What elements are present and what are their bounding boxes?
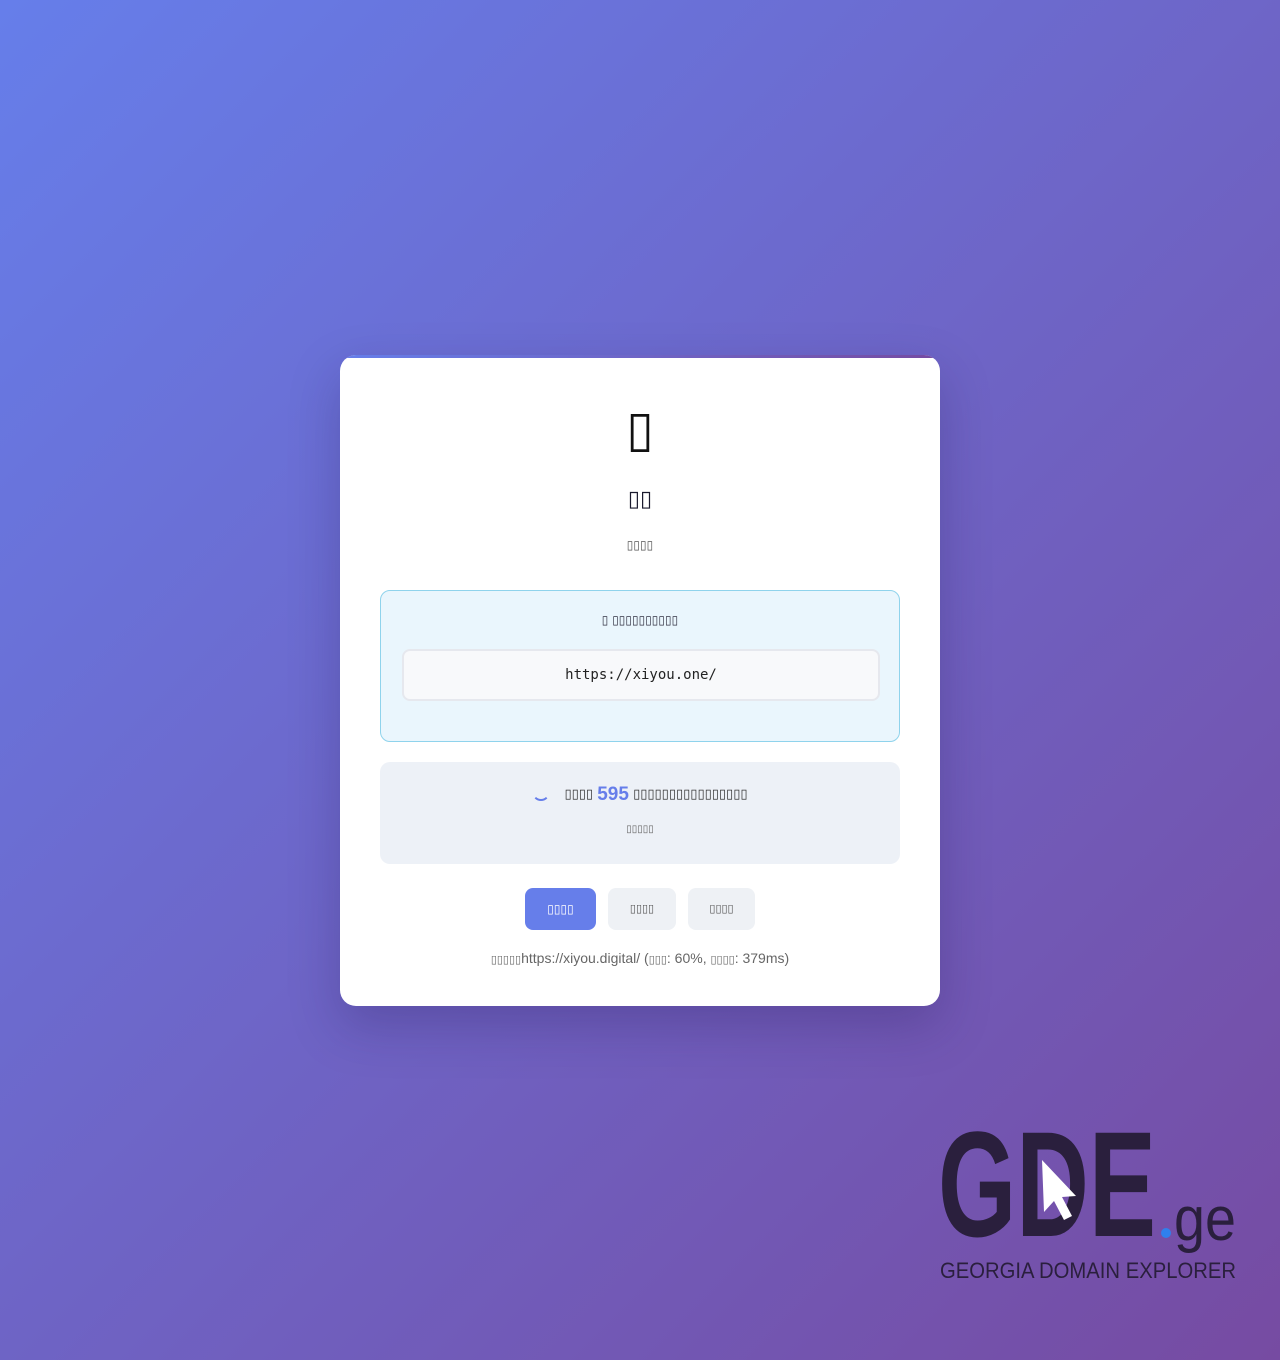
- target-url-panel: ▯ ▯▯▯▯▯▯▯▯▯▯ https://xiyou.one/: [380, 590, 900, 742]
- tertiary-button[interactable]: ▯▯▯▯: [688, 888, 755, 930]
- go-now-button[interactable]: ▯▯▯▯: [525, 888, 596, 930]
- loading-spinner-icon: [532, 783, 551, 801]
- logo-dot-icon: [1161, 1228, 1171, 1238]
- countdown-suffix: ▯▯▯▯▯▯▯▯▯▯▯▯▯▯▯▯: [633, 787, 748, 802]
- metric-2-label: ▯▯▯▯: [710, 953, 735, 966]
- page-title: ▯▯: [627, 487, 653, 512]
- gde-logo: GDE ge GEORGIA DOMAIN EXPLORER: [938, 1112, 1236, 1283]
- page-subtitle: ▯▯▯▯: [626, 538, 654, 552]
- logo-tld: ge: [1174, 1185, 1236, 1254]
- logo-tagline: GEORGIA DOMAIN EXPLORER: [940, 1258, 1236, 1283]
- secondary-button[interactable]: ▯▯▯▯: [608, 888, 676, 930]
- action-buttons: ▯▯▯▯ ▯▯▯▯ ▯▯▯▯: [340, 888, 940, 930]
- countdown-panel: ▯▯▯▯ 595 ▯▯▯▯▯▯▯▯▯▯▯▯▯▯▯▯ ▯▯▯▯▯: [380, 762, 900, 864]
- target-label-icon: ▯: [601, 613, 609, 627]
- redirect-card: ▯ ▯▯ ▯▯▯▯ ▯ ▯▯▯▯▯▯▯▯▯▯ https://xiyou.one…: [340, 355, 940, 1006]
- fastest-line-note: ▯▯▯▯▯https://xiyou.digital/ (▯▯▯: 60%, ▯…: [340, 949, 940, 969]
- countdown-line: ▯▯▯▯ 595 ▯▯▯▯▯▯▯▯▯▯▯▯▯▯▯▯: [380, 782, 900, 809]
- card-accent-bar: [340, 355, 940, 358]
- target-url-field[interactable]: https://xiyou.one/: [402, 649, 880, 701]
- fastest-line-prefix: ▯▯▯▯▯: [490, 953, 522, 966]
- countdown-count: 595: [597, 784, 629, 805]
- target-label-text: ▯▯▯▯▯▯▯▯▯▯: [612, 613, 679, 627]
- countdown-subtext: ▯▯▯▯▯: [626, 824, 654, 835]
- metric-2-value: : 379ms): [734, 950, 790, 966]
- metric-1-label: ▯▯▯: [648, 953, 667, 966]
- fastest-line-url: https://xiyou.digital/: [521, 950, 641, 966]
- metric-1-value: : 60%,: [666, 950, 711, 966]
- countdown-prefix: ▯▯▯▯: [564, 787, 594, 802]
- metrics-open: (: [640, 950, 649, 966]
- unrendered-glyph-icon: ▯: [626, 400, 654, 458]
- target-url-label: ▯ ▯▯▯▯▯▯▯▯▯▯: [381, 611, 899, 629]
